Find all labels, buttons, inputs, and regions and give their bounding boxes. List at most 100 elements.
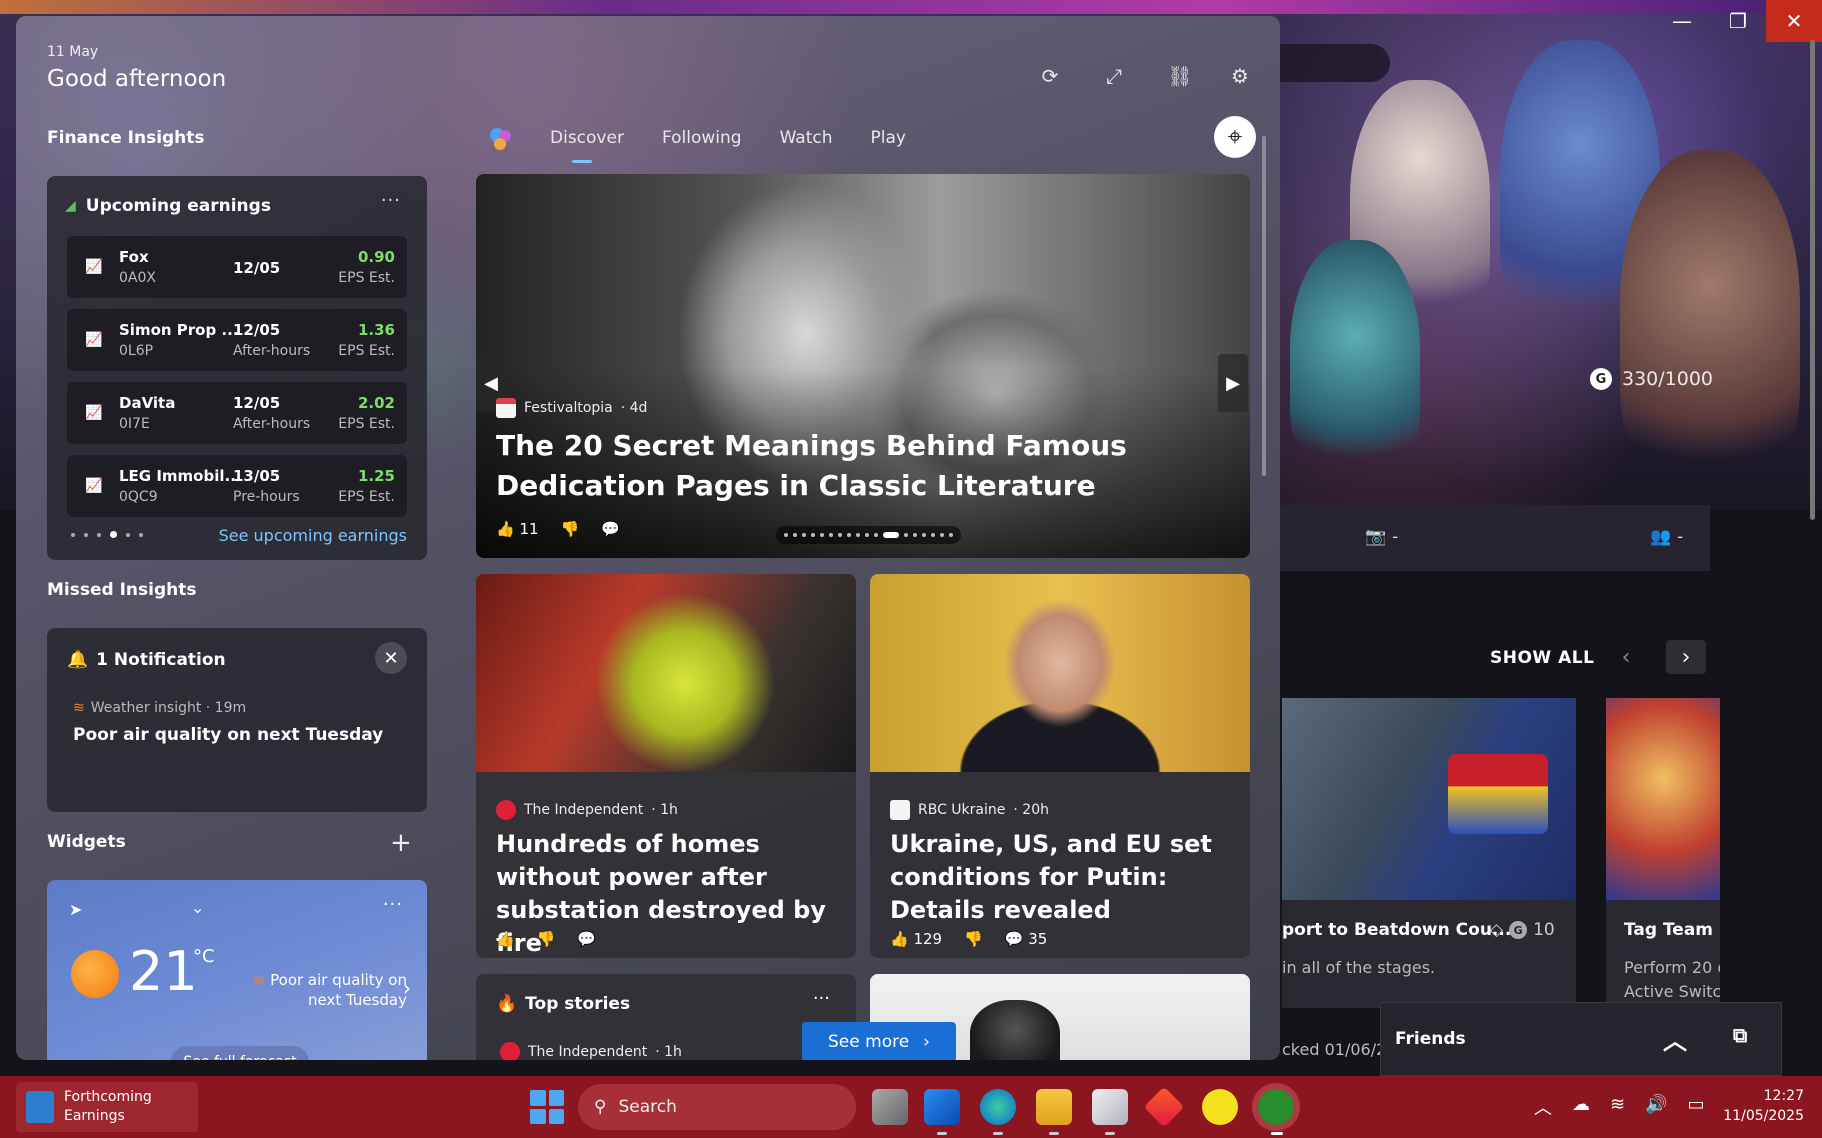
carousel-dot[interactable] [802,533,806,537]
clock[interactable]: 12:27 11/05/2025 [1723,1086,1804,1126]
account-link-icon[interactable]: ⛓ [1160,56,1200,96]
carousel-dot[interactable] [865,533,869,537]
earnings-row[interactable]: 📈 LEG Immobil... 0QC9 13/05 Pre-hours 1.… [67,455,407,517]
comment-button[interactable]: 💬 [577,930,596,948]
captures-stat[interactable]: 📷 - [1365,527,1398,547]
earnings-row[interactable]: 📈 Fox 0A0X 12/05 0.90 EPS Est. [67,236,407,298]
hero-next-button[interactable]: ▶ [1218,354,1248,412]
carousel-dot[interactable] [913,533,917,537]
chevron-up-icon[interactable]: ︿ [1534,1094,1552,1120]
carousel-dot[interactable] [922,533,926,537]
carousel-dot[interactable] [811,533,815,537]
settings-gear-icon[interactable]: ⚙ [1220,56,1260,96]
file-explorer-icon[interactable] [1036,1089,1072,1125]
pager-dot[interactable] [71,532,75,537]
carousel-dot[interactable] [940,533,944,537]
story-source[interactable]: The Independent · 1h [500,1042,682,1060]
taskbar-widget-earnings[interactable]: Forthcoming Earnings [16,1082,198,1132]
xbox-icon[interactable] [1258,1089,1294,1125]
volume-icon[interactable]: 🔊 [1645,1094,1667,1120]
wifi-icon[interactable]: ≋ [1610,1094,1625,1120]
battery-icon[interactable]: ▭ [1688,1094,1705,1120]
snipping-tool-icon[interactable] [1092,1089,1128,1125]
carousel-dot[interactable] [847,533,851,537]
chevron-right-icon[interactable]: › [403,976,411,1000]
news-card[interactable]: RBC Ukraine · 20h Ukraine, US, and EU se… [870,574,1250,958]
see-upcoming-earnings-link[interactable]: See upcoming earnings [219,526,407,545]
close-window-button[interactable]: ✕ [1766,0,1822,42]
earnings-row[interactable]: 📈 DaVita 0I7E 12/05 After-hours 2.02 EPS… [67,382,407,444]
news-card[interactable]: The Independent · 1h Hundreds of homes w… [476,574,856,958]
add-widget-button[interactable]: + [390,828,412,858]
like-button[interactable]: 👍 129 [890,930,942,948]
chevron-up-icon[interactable]: ︿ [1663,1021,1687,1056]
pager-dot[interactable] [126,532,130,537]
earnings-more-button[interactable]: ··· [381,190,401,211]
see-more-button[interactable]: See more › [802,1022,956,1060]
weather-widget[interactable]: ➤ ⌄ ··· 21 °C ≋ Poor air quality on next… [47,880,427,1060]
cloud-icon[interactable]: ☁ [1572,1094,1590,1120]
pager-dot[interactable] [139,532,143,537]
xbox-scrollbar[interactable] [1810,40,1815,520]
tab-following[interactable]: Following [662,128,742,148]
chevron-down-icon[interactable]: ⌄ [191,898,204,917]
show-all-link[interactable]: SHOW ALL [1490,648,1594,668]
friends-playing-stat[interactable]: 👥 - [1650,527,1683,547]
location-arrow-icon[interactable]: ➤ [69,900,82,919]
pager-dot[interactable] [84,532,88,537]
friends-panel[interactable]: Friends ︿ ⧉ [1380,1002,1782,1076]
carousel-dot[interactable] [904,533,908,537]
start-button[interactable] [530,1090,564,1124]
next-achievements-button[interactable]: › [1666,640,1706,674]
carousel-dot[interactable] [793,533,797,537]
like-button[interactable]: 👍 11 [496,520,539,538]
edge-icon[interactable] [980,1089,1016,1125]
maximize-button[interactable]: ❐ [1710,0,1766,42]
weather-more-button[interactable]: ··· [383,894,403,915]
tab-discover[interactable]: Discover [550,128,624,163]
carousel-dot[interactable] [784,533,788,537]
carousel-dot[interactable] [874,533,878,537]
dislike-button[interactable]: 👎 [964,930,983,948]
task-view-icon[interactable] [872,1089,908,1125]
outlook-icon[interactable] [924,1089,960,1125]
close-notification-button[interactable]: ✕ [375,642,407,674]
see-full-forecast-button[interactable]: See full forecast [171,1046,309,1060]
earnings-pager[interactable] [71,531,143,538]
pager-dot[interactable] [97,532,101,537]
achievement-card[interactable]: port to Beatdown Cou... ◇ G 10 in all of… [1282,698,1576,1008]
like-button[interactable]: 👍 [496,930,515,948]
check-app-icon[interactable] [1202,1089,1238,1125]
app-diamond-icon[interactable] [1143,1086,1185,1128]
carousel-dot[interactable] [931,533,935,537]
hero-carousel-dots[interactable] [776,526,961,544]
expand-icon[interactable]: ⤢ [1094,56,1134,96]
carousel-dot[interactable] [829,533,833,537]
copilot-icon[interactable] [488,126,514,152]
comment-button[interactable]: 💬 35 [1005,930,1048,948]
dislike-button[interactable]: 👎 [537,930,556,948]
carousel-dot[interactable] [856,533,860,537]
story-source[interactable]: The Independent · 1h [496,800,678,820]
carousel-dot[interactable] [949,533,953,537]
carousel-dot[interactable] [838,533,842,537]
hero-story[interactable]: ◀ ▶ Festivaltopia · 4d The 20 Secret Mea… [476,174,1250,558]
earnings-row[interactable]: 📈 Simon Prop ... 0L6P 12/05 After-hours … [67,309,407,371]
pager-dot-active[interactable] [110,531,117,538]
panel-scrollbar[interactable] [1262,136,1266,476]
notification-card[interactable]: 🔔 1 Notification ✕ ≋ Weather insight · 1… [47,628,427,812]
tab-watch[interactable]: Watch [780,128,833,148]
popout-icon[interactable]: ⧉ [1733,1023,1747,1047]
story-title[interactable]: The 20 Secret Meanings Behind Famous Ded… [496,426,1226,506]
profile-avatar[interactable]: ⌖ [1214,116,1256,158]
carousel-dot-active[interactable] [883,532,899,538]
dislike-button[interactable]: 👎 [561,520,580,538]
story-title[interactable]: Ukraine, US, and EU set conditions for P… [890,828,1230,927]
story-source[interactable]: RBC Ukraine · 20h [890,800,1049,820]
prev-achievements-button[interactable]: ‹ [1606,640,1646,674]
achievement-card[interactable]: Tag Team Sp Perform 20 c Active Switc [1606,698,1720,1008]
minimize-button[interactable]: — [1654,0,1710,42]
story-source[interactable]: Festivaltopia · 4d [496,398,647,418]
refresh-icon[interactable]: ⟳ [1030,56,1070,96]
carousel-dot[interactable] [820,533,824,537]
